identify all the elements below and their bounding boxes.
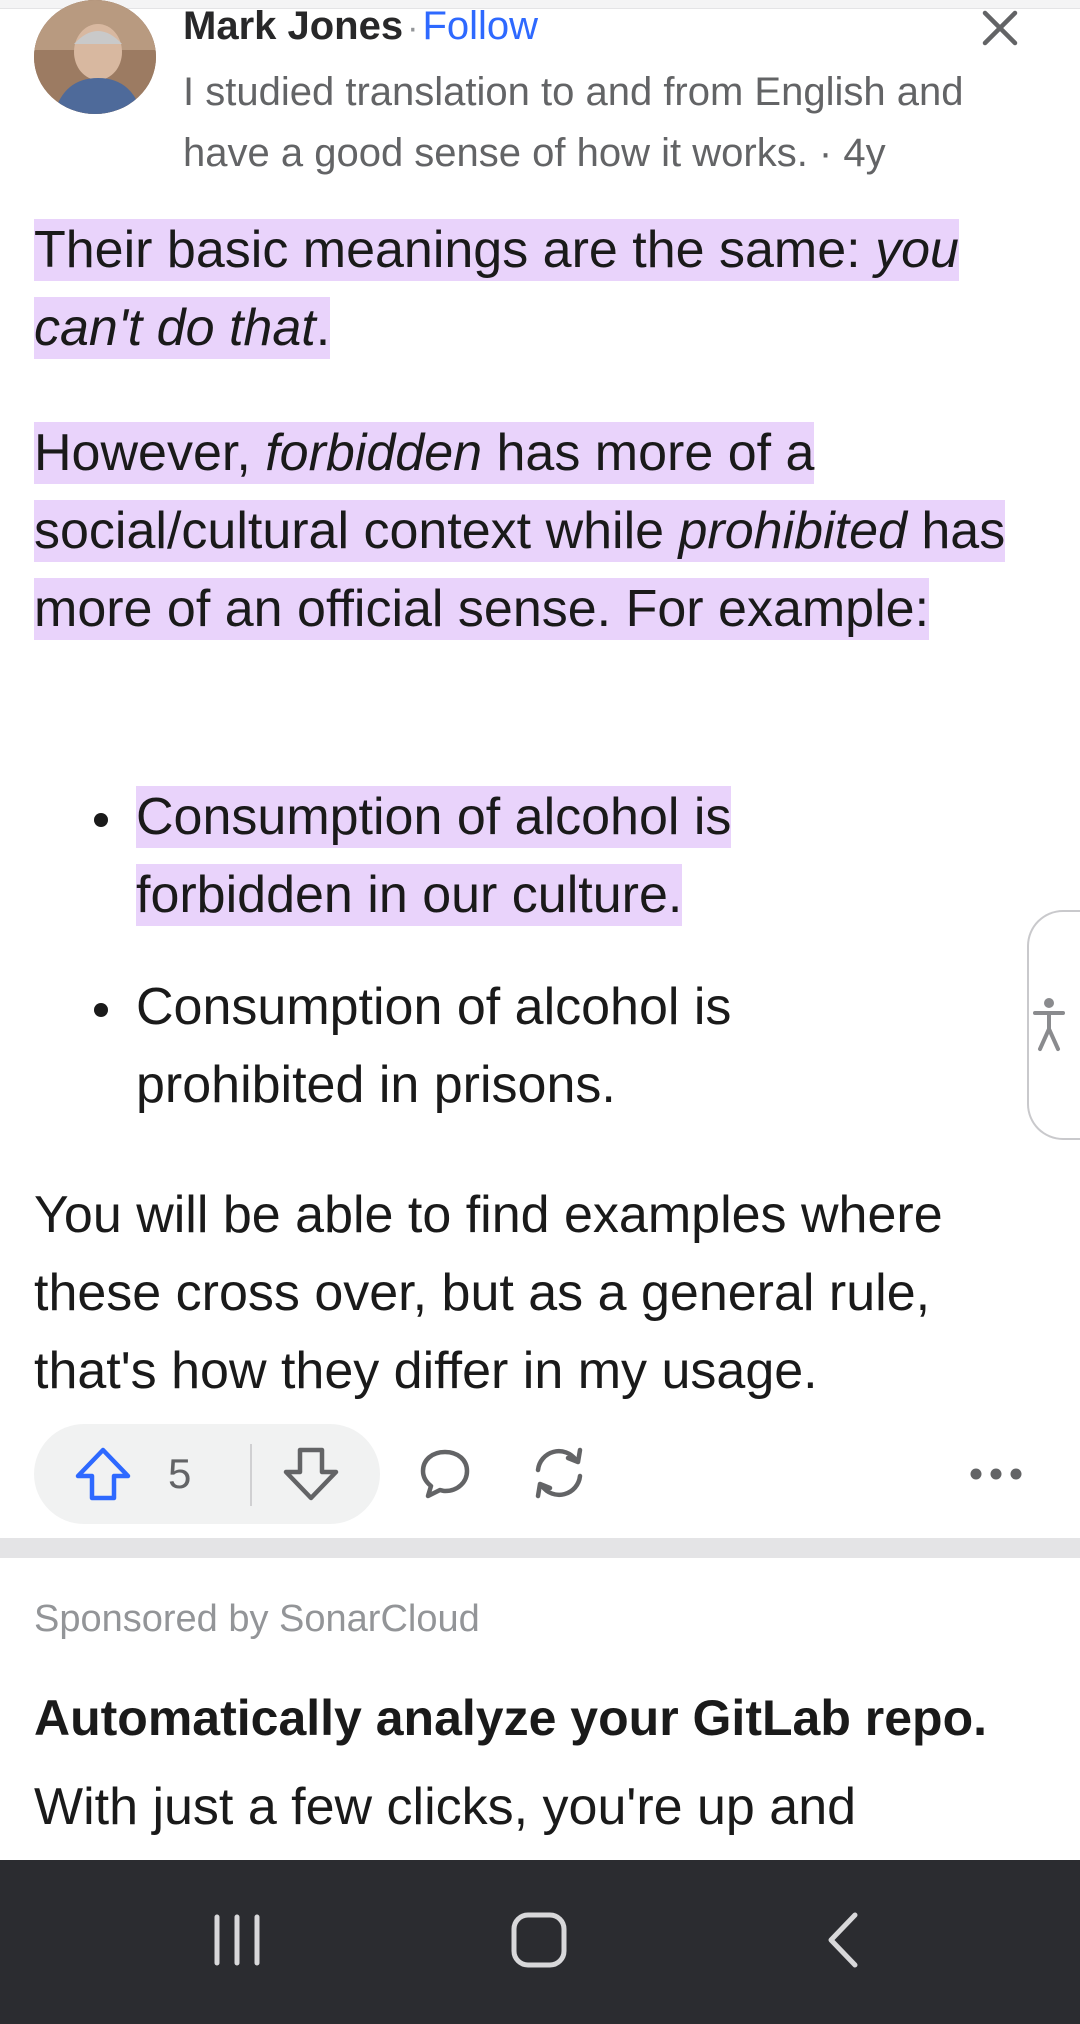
back-icon <box>828 1912 858 1968</box>
more-icon[interactable] <box>966 1454 1026 1494</box>
p2-emphasis-forbidden: forbidden <box>265 424 483 482</box>
back-button[interactable] <box>798 1900 888 1980</box>
author-name[interactable]: Mark Jones <box>183 4 403 48</box>
vote-divider <box>250 1444 252 1506</box>
bullet-item-1: Consumption of alcohol is forbidden in o… <box>136 778 836 934</box>
downvote-icon[interactable] <box>282 1446 340 1502</box>
accessibility-icon <box>1033 998 1065 1051</box>
answer-paragraph-3: You will be able to find examples where … <box>34 1186 943 1400</box>
recent-apps-icon <box>214 1914 260 1966</box>
highlighted-text: Their basic meanings are the same: you c… <box>34 219 959 359</box>
vote-pill: 5 <box>34 1424 380 1524</box>
bullet-dot <box>94 813 108 827</box>
separator-dot: · <box>407 9 419 47</box>
home-button[interactable] <box>494 1900 584 1980</box>
author-credential: I studied translation to and from Englis… <box>183 70 964 175</box>
p2-text-a: However, <box>34 424 266 482</box>
p1-text: Their basic meanings are the same: <box>34 221 876 279</box>
answer-paragraph-1: Their basic meanings are the same: you c… <box>34 211 1044 367</box>
answer-paragraph-2: However, forbidden has more of a social/… <box>34 414 1044 648</box>
follow-button[interactable]: Follow <box>422 4 538 48</box>
comment-icon[interactable] <box>418 1446 472 1500</box>
recent-apps-button[interactable] <box>192 1900 282 1980</box>
accessibility-tab[interactable] <box>1027 910 1080 1140</box>
bullet-dot <box>94 1003 108 1017</box>
bullet-item-2: Consumption of alcohol is prohibited in … <box>136 968 836 1124</box>
sponsor-label: Sponsored by SonarCloud <box>34 1598 480 1640</box>
upvote-icon[interactable] <box>74 1446 132 1502</box>
bullet-1-text: Consumption of alcohol is forbidden in o… <box>136 786 732 926</box>
close-button[interactable] <box>974 2 1026 54</box>
home-icon <box>511 1912 567 1968</box>
author-avatar[interactable] <box>34 0 156 114</box>
answer-page: Mark Jones · Follow I studied translation … <box>0 0 1080 2024</box>
ad-title[interactable]: Automatically analyze your GitLab repo. <box>34 1686 987 1750</box>
share-icon[interactable] <box>528 1444 590 1502</box>
section-separator <box>0 1538 1080 1558</box>
bullet-2-text: Consumption of alcohol is prohibited in … <box>136 978 732 1114</box>
p2-emphasis-prohibited: prohibited <box>678 502 907 560</box>
system-nav-bar <box>0 1860 1080 2024</box>
author-line: Mark Jones · Follow <box>183 0 538 52</box>
p1-end: . <box>315 299 331 357</box>
upvote-count: 5 <box>168 1450 192 1497</box>
close-icon <box>982 10 1018 46</box>
ad-text[interactable]: With just a few clicks, you're up and <box>34 1772 1044 1846</box>
top-strip <box>0 0 1080 9</box>
highlighted-text: However, forbidden has more of a social/… <box>34 422 1006 640</box>
